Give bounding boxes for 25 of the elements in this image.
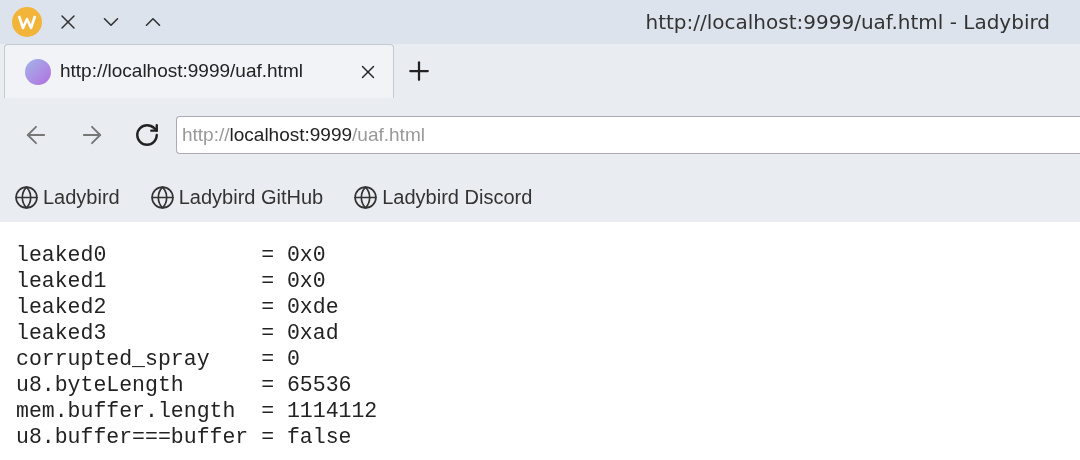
reload-icon: [134, 122, 160, 148]
globe-icon: [149, 184, 175, 210]
output-line: u8.byteLength = 65536: [16, 372, 352, 398]
browser-tab[interactable]: http://localhost:9999/uaf.html: [4, 44, 394, 98]
output-line: u8.buffer===buffer = false: [16, 424, 352, 450]
output-line: leaked0 = 0x0: [16, 242, 326, 268]
bookmark-link[interactable]: Ladybird GitHub: [149, 182, 324, 212]
tab-title: http://localhost:9999/uaf.html: [60, 59, 303, 84]
globe-icon: [14, 184, 39, 210]
reload-button[interactable]: [134, 122, 160, 148]
output-line: leaked2 = 0xde: [16, 294, 339, 320]
window-title: http://localhost:9999/uaf.html - Ladybird: [645, 9, 1050, 36]
output-line: mem.buffer.length = 1114112: [16, 398, 378, 424]
output-line: corrupted_spray = 0: [16, 346, 300, 372]
bookmark-link[interactable]: Ladybird: [14, 182, 120, 212]
output-line: leaked3 = 0xad: [16, 320, 339, 346]
address-field[interactable]: http://localhost:9999/uaf.html: [176, 116, 1080, 154]
url-text: http://: [182, 122, 230, 147]
output-line: leaked1 = 0x0: [16, 268, 326, 294]
site-favicon-icon: [25, 58, 51, 85]
url-text: localhost:9999: [229, 122, 353, 147]
globe-icon: [353, 184, 379, 210]
url-text: /uaf.html: [352, 122, 425, 147]
app-logo-icon: [12, 7, 42, 37]
bookmark-link[interactable]: Ladybird Discord: [353, 182, 533, 212]
